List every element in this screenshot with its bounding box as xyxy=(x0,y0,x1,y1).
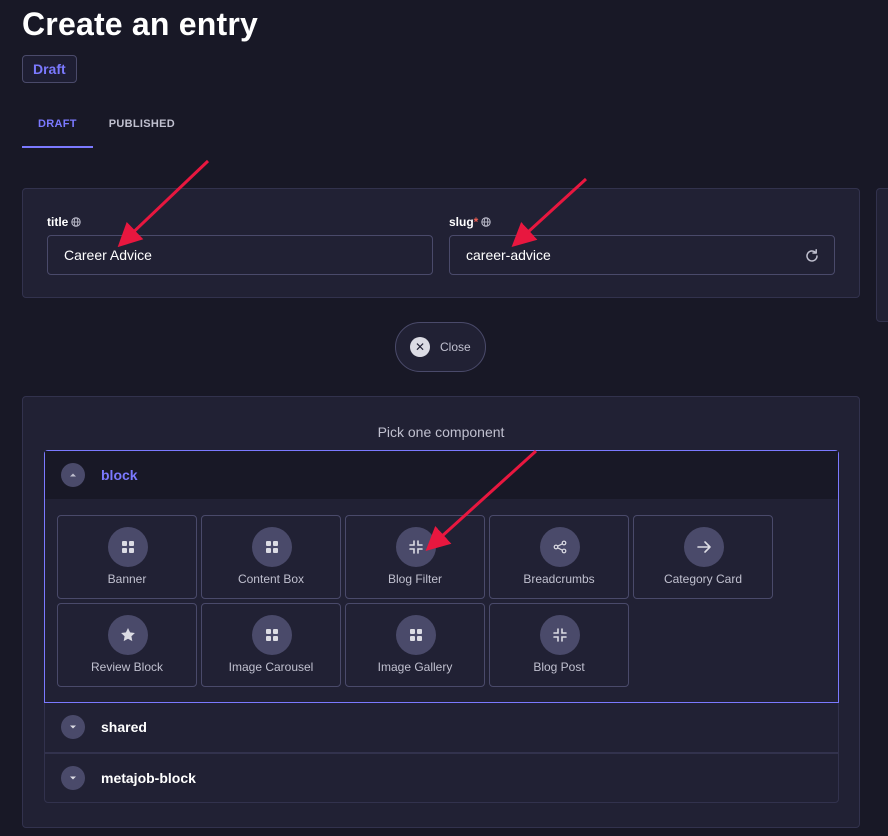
title-input[interactable]: Career Advice xyxy=(47,235,433,275)
grid-icon xyxy=(108,527,148,567)
component-review-block[interactable]: Review Block xyxy=(57,603,197,687)
title-field-group: title Career Advice xyxy=(47,215,433,275)
share-icon xyxy=(540,527,580,567)
component-blog-filter[interactable]: Blog Filter xyxy=(345,515,485,599)
status-badge: Draft xyxy=(22,55,77,83)
close-label: Close xyxy=(440,340,471,354)
component-label: Image Carousel xyxy=(228,660,314,674)
title-label: title xyxy=(47,215,69,229)
close-icon: ✕ xyxy=(410,337,430,357)
component-label: Banner xyxy=(107,572,147,586)
group-shared-label: shared xyxy=(101,719,147,735)
component-label: Content Box xyxy=(237,572,305,586)
star-icon xyxy=(108,615,148,655)
chevron-up-icon xyxy=(61,463,85,487)
tab-published[interactable]: PUBLISHED xyxy=(93,102,191,148)
grid-icon xyxy=(252,527,292,567)
component-label: Image Gallery xyxy=(377,660,453,674)
group-block: block Banner Content Box Blog Filter Bre… xyxy=(44,450,839,703)
arrow-right-icon xyxy=(684,527,724,567)
slug-label: slug* xyxy=(449,215,479,229)
component-picker: Pick one component block Banner Content … xyxy=(22,396,860,828)
component-label: Category Card xyxy=(663,572,743,586)
group-shared-header[interactable]: shared xyxy=(45,703,838,751)
group-block-label: block xyxy=(101,467,138,483)
component-content-box[interactable]: Content Box xyxy=(201,515,341,599)
component-image-gallery[interactable]: Image Gallery xyxy=(345,603,485,687)
grid-icon xyxy=(396,615,436,655)
fields-card: title Career Advice slug* career-advice xyxy=(22,188,860,298)
collapse-icon xyxy=(396,527,436,567)
close-button[interactable]: ✕ Close xyxy=(395,322,486,372)
tab-bar: DRAFT PUBLISHED xyxy=(22,102,191,148)
slug-value: career-advice xyxy=(466,247,551,263)
required-mark: * xyxy=(473,215,479,229)
group-metajob-block-header[interactable]: metajob-block xyxy=(45,754,838,802)
chevron-down-icon xyxy=(61,715,85,739)
slug-input[interactable]: career-advice xyxy=(449,235,835,275)
group-metajob-block: metajob-block xyxy=(44,753,839,803)
component-label: Breadcrumbs xyxy=(523,572,595,586)
chevron-down-icon xyxy=(61,766,85,790)
globe-icon xyxy=(71,217,82,227)
component-banner[interactable]: Banner xyxy=(57,515,197,599)
group-shared: shared xyxy=(44,703,839,753)
group-metajob-block-label: metajob-block xyxy=(101,770,196,786)
grid-icon xyxy=(252,615,292,655)
slug-field-group: slug* career-advice xyxy=(449,215,835,275)
refresh-icon[interactable] xyxy=(804,248,820,264)
collapse-icon xyxy=(540,615,580,655)
component-blog-post[interactable]: Blog Post xyxy=(489,603,629,687)
page-title: Create an entry xyxy=(22,6,258,42)
component-label: Blog Filter xyxy=(387,572,443,586)
picker-title: Pick one component xyxy=(377,424,505,440)
group-block-header[interactable]: block xyxy=(45,451,838,499)
component-label: Blog Post xyxy=(533,660,585,674)
globe-icon xyxy=(481,217,492,227)
component-breadcrumbs[interactable]: Breadcrumbs xyxy=(489,515,629,599)
component-category-card[interactable]: Category Card xyxy=(633,515,773,599)
side-panel-edge xyxy=(876,188,888,322)
component-label: Review Block xyxy=(90,660,164,674)
component-image-carousel[interactable]: Image Carousel xyxy=(201,603,341,687)
tab-draft[interactable]: DRAFT xyxy=(22,102,93,148)
